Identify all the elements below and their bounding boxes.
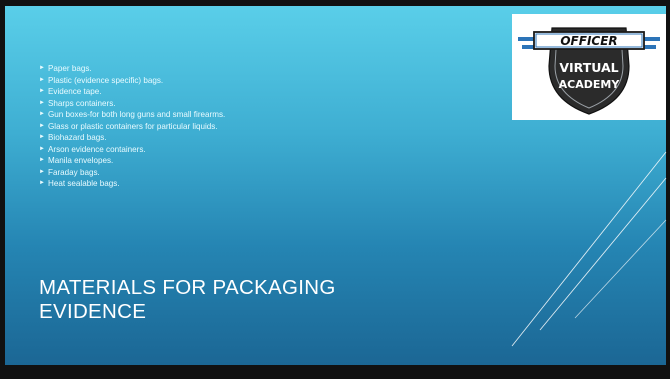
bullet-list: ► Paper bags. ► Plastic (evidence specific… <box>39 63 225 190</box>
bullet-text: Arson evidence containers. <box>48 144 146 154</box>
bullet-text: Heat sealable bags. <box>48 179 120 188</box>
slide-title: MATERIALS FOR PACKAGING EVIDENCE <box>39 276 459 324</box>
bullet-item: ► Arson evidence containers. <box>39 144 225 156</box>
bullet-item: ► Faraday bags. <box>39 167 225 179</box>
bullet-item: ► Glass or plastic containers for particu… <box>39 121 225 133</box>
bullet-text: Biohazard bags. <box>48 133 107 142</box>
bullet-item: ► Heat sealable bags. <box>39 178 225 190</box>
bullet-text: Glass or plastic containers for particul… <box>48 121 218 131</box>
bullet-item: ► Biohazard bags. <box>39 132 225 144</box>
slide-title-line2: EVIDENCE <box>39 300 147 323</box>
bullet-arrow-icon: ► <box>39 76 45 83</box>
slide-title-line1: MATERIALS FOR PACKAGING <box>39 276 336 299</box>
slide: ► Paper bags. ► Plastic (evidence specific… <box>0 0 670 379</box>
logo-text-virtual: VIRTUAL <box>559 60 618 75</box>
bullet-text: Paper bags. <box>48 64 92 73</box>
bullet-arrow-icon: ► <box>39 99 45 106</box>
officer-virtual-academy-logo: OFFICER VIRTUAL ACADEMY <box>512 14 666 120</box>
bullet-text: Gun boxes-for both long guns and small f… <box>48 110 226 119</box>
bullet-text: Manila envelopes. <box>48 156 114 165</box>
bullet-item: ► Manila envelopes. <box>39 155 225 167</box>
logo-text-officer: OFFICER <box>560 34 617 48</box>
bullet-arrow-icon: ► <box>39 88 45 94</box>
bullet-arrow-icon: ► <box>39 145 45 152</box>
bullet-arrow-icon: ► <box>39 180 45 186</box>
bullet-text: Evidence tape. <box>48 87 102 96</box>
shield-logo-graphic: OFFICER VIRTUAL ACADEMY <box>518 27 660 115</box>
bullet-text: Faraday bags. <box>48 167 100 177</box>
bullet-arrow-icon: ► <box>39 122 45 129</box>
bullet-arrow-icon: ► <box>39 65 45 71</box>
bullet-item: ► Gun boxes-for both long guns and small … <box>39 109 225 121</box>
bullet-arrow-icon: ► <box>39 157 45 163</box>
bullet-item: ► Plastic (evidence specific) bags. <box>39 75 225 87</box>
bullet-arrow-icon: ► <box>39 168 45 175</box>
bullet-item: ► Evidence tape. <box>39 86 225 98</box>
logo-text-academy: ACADEMY <box>559 78 621 91</box>
bullet-text: Sharps containers. <box>48 98 116 108</box>
bullet-item: ► Paper bags. <box>39 63 225 75</box>
bullet-text: Plastic (evidence specific) bags. <box>48 75 164 85</box>
bullet-arrow-icon: ► <box>39 134 45 140</box>
bullet-item: ► Sharps containers. <box>39 98 225 110</box>
bullet-arrow-icon: ► <box>39 111 45 117</box>
